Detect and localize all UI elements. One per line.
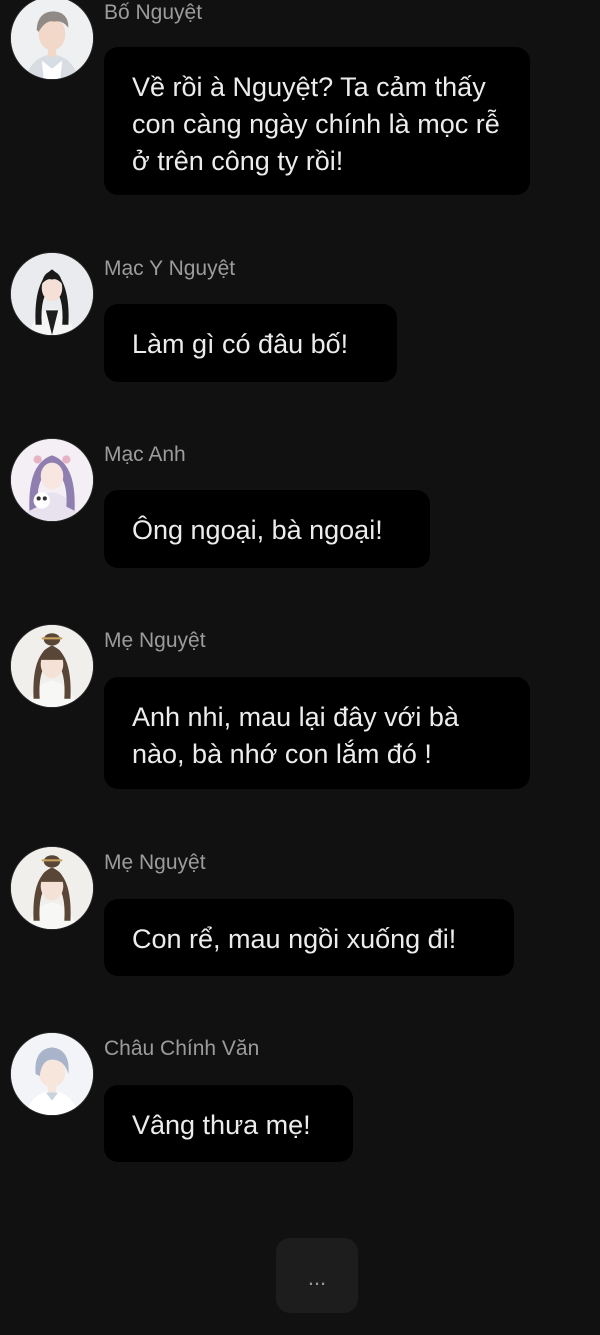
woman-hair-bun-avatar-icon	[11, 847, 93, 929]
avatar[interactable]	[10, 0, 94, 80]
message-bubble: Anh nhi, mau lại đây với bà nào, bà nhớ …	[104, 677, 530, 789]
man-gray-hair-avatar-icon	[11, 0, 93, 79]
sender-name: Mạc Y Nguyệt	[104, 257, 236, 280]
woman-long-black-hair-avatar-icon	[11, 253, 93, 335]
sender-name: Châu Chính Văn	[104, 1037, 260, 1060]
woman-hair-bun-avatar-icon	[11, 625, 93, 707]
message-bubble: Về rồi à Nguyệt? Ta cảm thấy con càng ng…	[104, 47, 530, 195]
avatar[interactable]	[10, 624, 94, 708]
girl-purple-hair-avatar-icon	[11, 439, 93, 521]
avatar[interactable]	[10, 1032, 94, 1116]
avatar[interactable]	[10, 252, 94, 336]
message-bubble: Vâng thưa mẹ!	[104, 1085, 353, 1162]
message-bubble: Con rể, mau ngồi xuống đi!	[104, 899, 514, 976]
man-silver-hair-avatar-icon	[11, 1033, 93, 1115]
sender-name: Mẹ Nguyệt	[104, 629, 206, 652]
message-bubble: Làm gì có đâu bố!	[104, 304, 397, 382]
sender-name: Mẹ Nguyệt	[104, 851, 206, 874]
message-bubble: Ông ngoại, bà ngoại!	[104, 490, 430, 568]
sender-name: Bố Nguyệt	[104, 1, 203, 24]
avatar[interactable]	[10, 438, 94, 522]
avatar[interactable]	[10, 846, 94, 930]
sender-name: Mạc Anh	[104, 443, 186, 466]
typing-indicator[interactable]: ...	[276, 1238, 358, 1313]
